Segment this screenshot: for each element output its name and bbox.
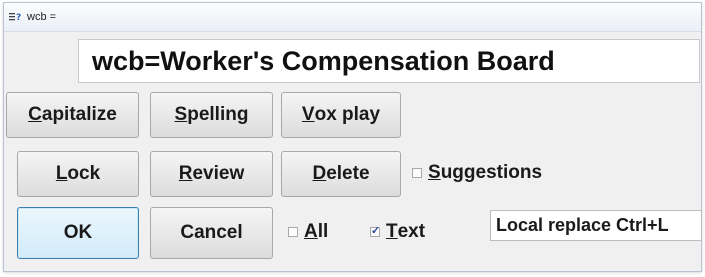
capitalize-mnemonic: C [28,104,42,125]
delete-label: elete [326,163,370,184]
lock-button[interactable]: Lock [17,151,139,197]
review-mnemonic: R [178,163,193,184]
review-label: eview [192,163,245,184]
suggestions-mnemonic: S [428,162,441,183]
suggestions-checkbox[interactable]: Suggestions [412,162,542,184]
delete-mnemonic: D [312,163,327,184]
vox-play-mnemonic: V [301,104,315,125]
delete-button[interactable]: Delete [281,151,401,197]
abbreviation-entry-text: wcb=Worker's Compensation Board [92,46,555,76]
title-bar: ? wcb = [4,3,701,32]
svg-text:?: ? [16,13,21,23]
ok-label: OK [63,222,93,243]
ok-button[interactable]: OK [17,207,139,259]
abbreviation-entry-field[interactable]: wcb=Worker's Compensation Board [78,39,700,83]
vox-play-label: ox play [314,104,381,125]
all-label: ll [317,221,329,242]
review-button[interactable]: Review [150,151,273,197]
dialog-window: ? wcb = wcb=Worker's Compensation Board … [3,2,702,272]
window-title: wcb = [27,11,57,23]
text-checkbox[interactable]: Text [370,221,425,243]
replace-mode-value: Local replace Ctrl+L [496,215,669,235]
replace-mode-dropdown[interactable]: Local replace Ctrl+L [490,210,702,241]
cancel-label: Cancel [180,222,243,243]
lock-label: ock [67,163,101,184]
capitalize-button[interactable]: Capitalize [6,92,139,138]
capitalize-label: apitalize [41,104,117,125]
vox-play-button[interactable]: Vox play [281,92,401,138]
cancel-button[interactable]: Cancel [150,207,273,259]
spelling-button[interactable]: Spelling [150,92,273,138]
all-checkbox[interactable]: All [288,221,328,243]
text-label: ext [397,221,426,242]
suggestions-label: uggestions [440,162,543,183]
lock-mnemonic: L [55,163,68,184]
spelling-mnemonic: S [174,104,188,125]
spelling-label: pelling [187,104,249,125]
all-mnemonic: A [304,221,318,242]
text-checkbox-box[interactable] [370,224,380,237]
suggestions-checkbox-box[interactable] [412,168,422,178]
text-mnemonic: T [386,221,398,242]
text-replace-icon: ? [9,13,21,23]
all-checkbox-box[interactable] [288,227,298,237]
